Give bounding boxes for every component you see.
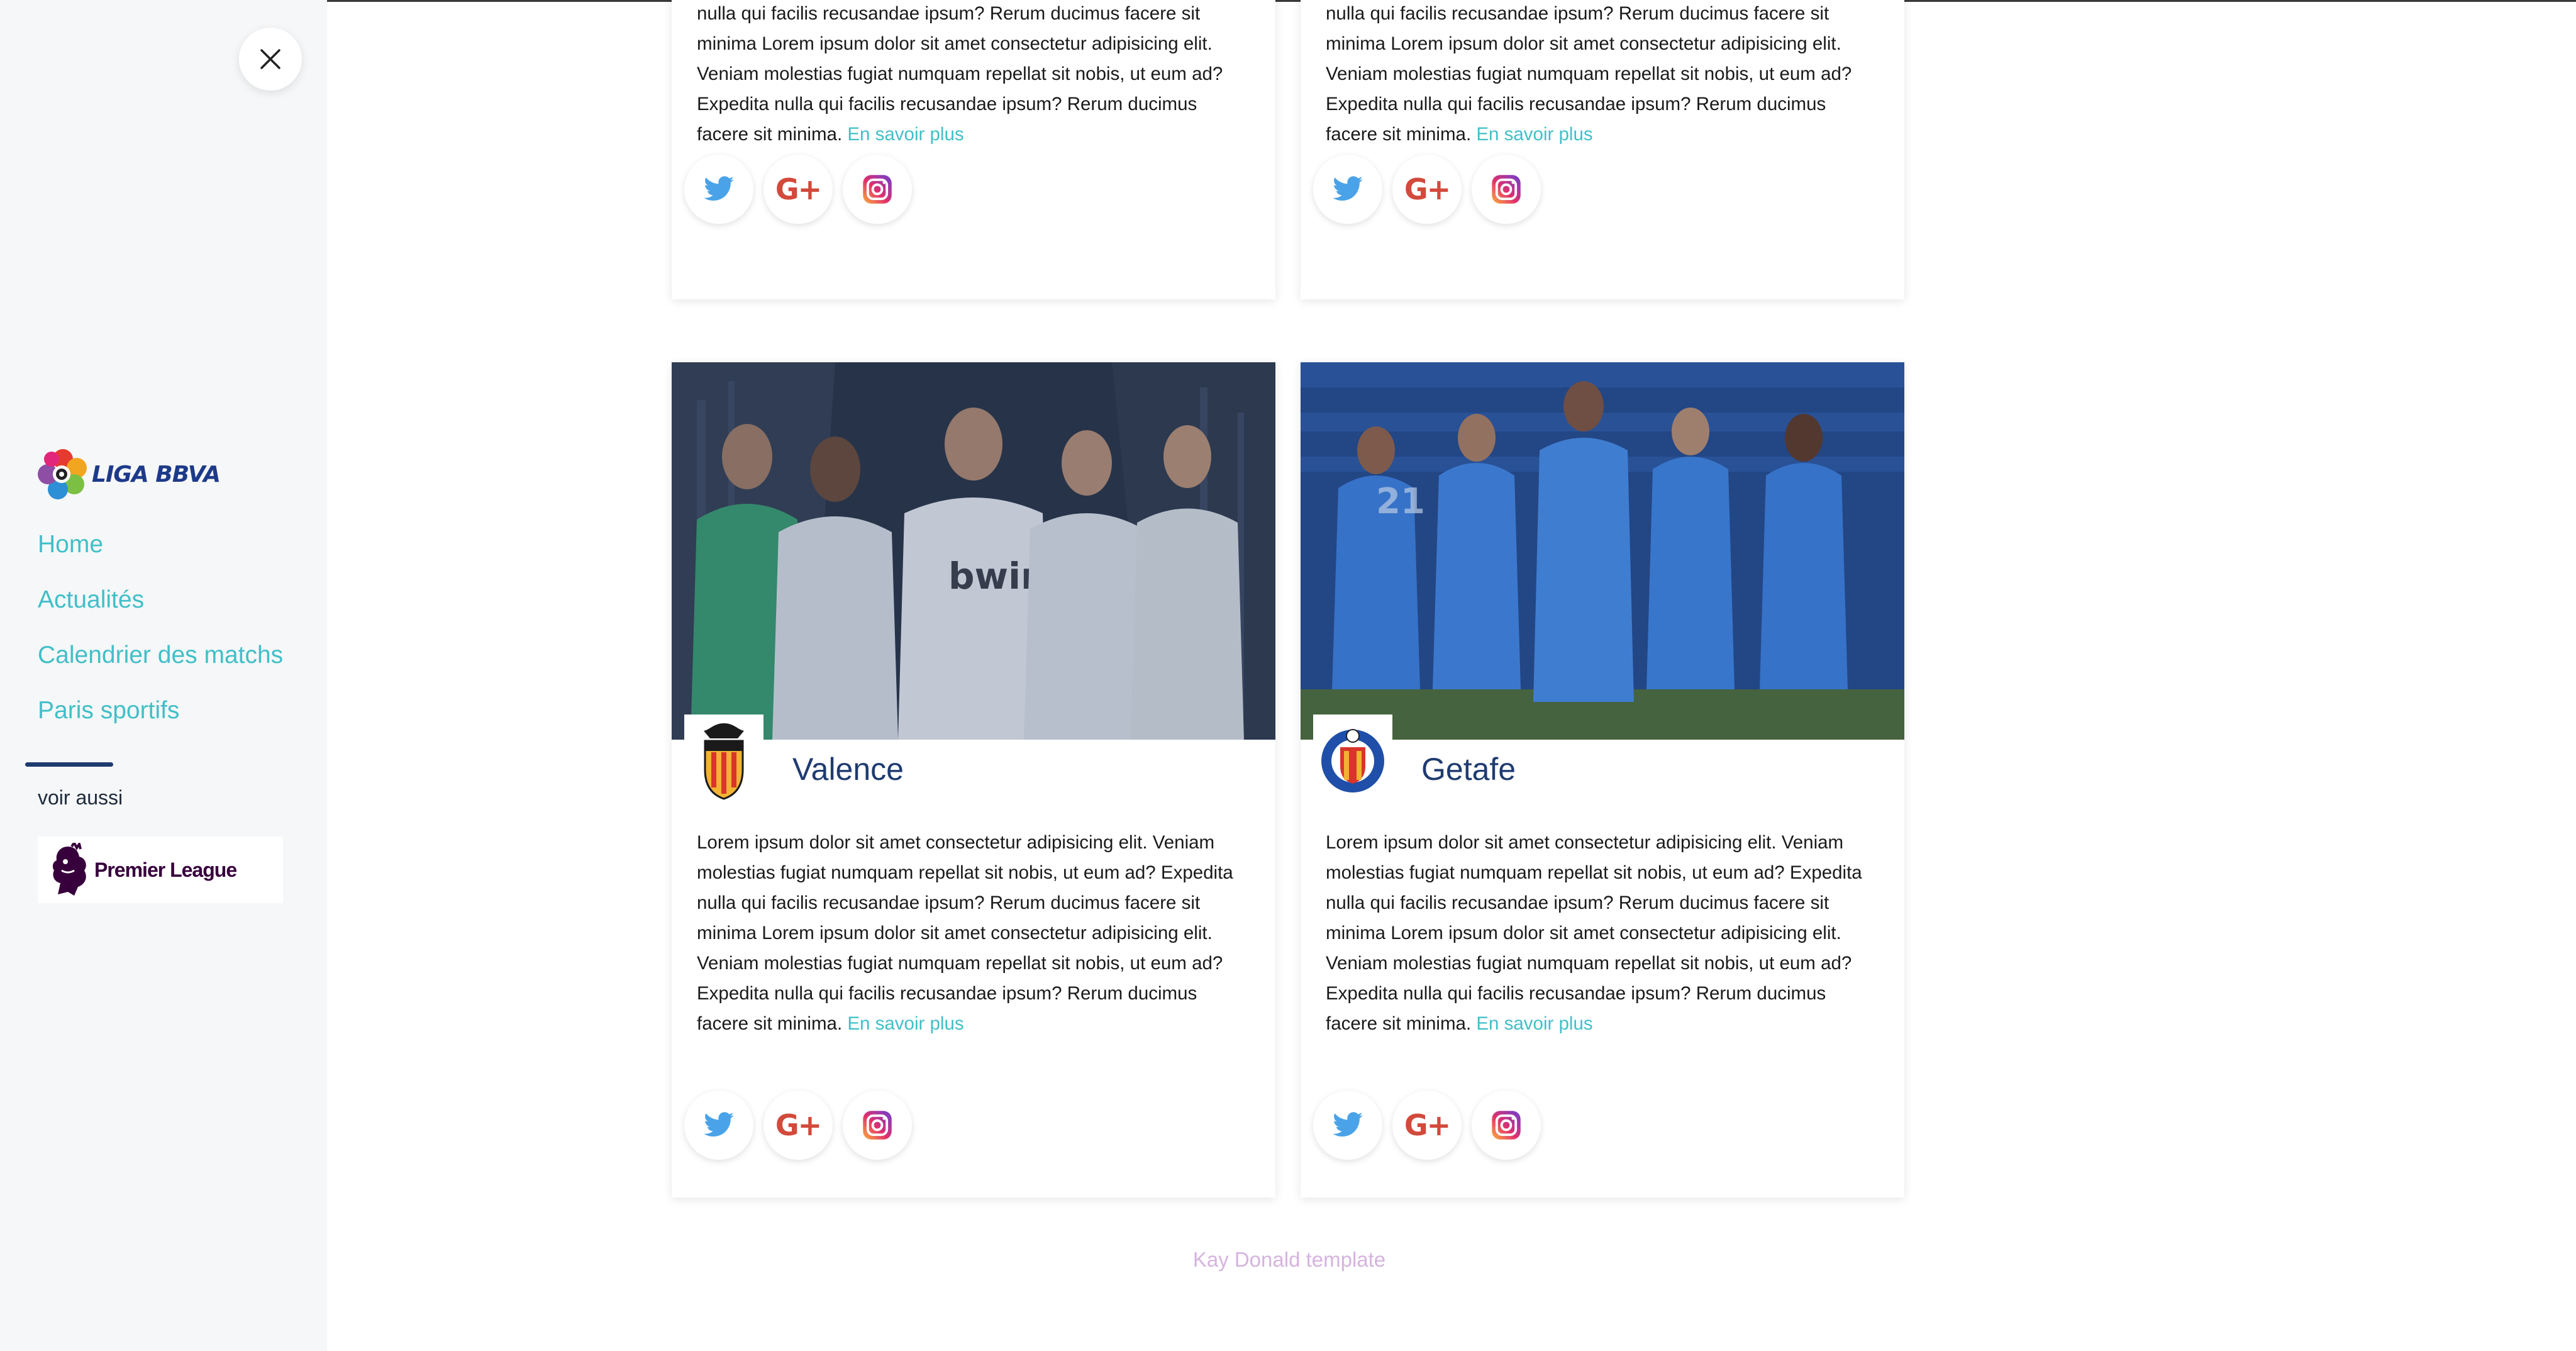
instagram-icon [863, 175, 892, 204]
card-text: nulla qui facilis recusandae ipsum? Reru… [1326, 3, 1852, 145]
close-button[interactable] [239, 28, 302, 91]
liga-bbva-wordmark: LIGA BBVA [92, 461, 221, 487]
instagram-button[interactable] [843, 1091, 912, 1160]
team-crest [684, 714, 763, 806]
main-nav: Home Actualités Calendrier des matchs Pa… [38, 528, 283, 750]
google-plus-icon: G+ [1404, 172, 1451, 206]
read-more-link[interactable]: En savoir plus [1476, 124, 1592, 145]
nav-item-paris-sportifs[interactable]: Paris sportifs [38, 694, 283, 750]
team-crest [1313, 714, 1392, 806]
instagram-button[interactable] [1472, 1091, 1541, 1160]
social-links: G+ [1313, 1091, 1541, 1160]
getafe-players-photo: 21 [1301, 362, 1904, 740]
google-plus-button[interactable]: G+ [1392, 1091, 1462, 1160]
sidebar: LIGA BBVA Home Actualités Calendrier des… [0, 0, 327, 1351]
twitter-icon [1333, 176, 1363, 201]
instagram-button[interactable] [843, 155, 912, 224]
nav-item-calendrier[interactable]: Calendrier des matchs [38, 639, 283, 694]
card-text: Lorem ipsum dolor sit amet consectetur a… [1326, 832, 1862, 1034]
instagram-icon [1492, 175, 1521, 204]
getafe-crest-icon [1321, 729, 1384, 792]
read-more-link[interactable]: En savoir plus [847, 124, 963, 145]
valencia-crest-icon [704, 723, 744, 800]
premier-league-wordmark: Premier League [94, 859, 237, 881]
valencia-players-photo: bwin [672, 362, 1275, 740]
read-more-link[interactable]: En savoir plus [1476, 1013, 1592, 1034]
footer-credit: Kay Donald template [1192, 1248, 1386, 1271]
instagram-icon [1492, 1111, 1521, 1140]
close-icon [260, 49, 280, 69]
twitter-icon [1333, 1112, 1363, 1137]
card: nulla qui facilis recusandae ipsum? Reru… [672, 0, 1275, 299]
team-card-getafe: 21 Getafe Lorem ipsum dolor sit amet con… [1301, 362, 1904, 1198]
see-also-label: voir aussi [38, 786, 123, 809]
team-name: Valence [792, 752, 904, 787]
google-plus-icon: G+ [775, 1108, 822, 1142]
google-plus-button[interactable]: G+ [763, 155, 833, 224]
card-text: Lorem ipsum dolor sit amet consectetur a… [697, 832, 1233, 1034]
card: nulla qui facilis recusandae ipsum? Reru… [1301, 0, 1904, 299]
instagram-button[interactable] [1472, 155, 1541, 224]
nav-item-actualites[interactable]: Actualités [38, 584, 283, 639]
social-links: G+ [1313, 155, 1541, 224]
twitter-button[interactable] [1313, 155, 1382, 224]
google-plus-icon: G+ [775, 172, 822, 206]
nav-divider [25, 762, 113, 767]
premier-league-lion-icon [52, 843, 86, 896]
twitter-button[interactable] [684, 1091, 753, 1160]
twitter-icon [704, 1112, 734, 1137]
liga-flower-icon [38, 449, 87, 499]
nav-item-home[interactable]: Home [38, 528, 283, 584]
team-card-valence: bwin Valence Lorem ipsum dolor sit amet … [672, 362, 1275, 1198]
twitter-button[interactable] [1313, 1091, 1382, 1160]
twitter-button[interactable] [684, 155, 753, 224]
liga-bbva-logo[interactable]: LIGA BBVA [36, 448, 221, 501]
social-links: G+ [684, 1091, 912, 1160]
instagram-icon [863, 1111, 892, 1140]
twitter-icon [704, 176, 734, 201]
google-plus-icon: G+ [1404, 1108, 1451, 1142]
google-plus-button[interactable]: G+ [1392, 155, 1462, 224]
read-more-link[interactable]: En savoir plus [847, 1013, 963, 1034]
social-links: G+ [684, 155, 912, 224]
card-text: nulla qui facilis recusandae ipsum? Reru… [697, 3, 1223, 145]
top-border [0, 0, 2576, 2]
premier-league-link[interactable]: Premier League [38, 837, 283, 903]
google-plus-button[interactable]: G+ [763, 1091, 833, 1160]
team-name: Getafe [1421, 752, 1516, 787]
